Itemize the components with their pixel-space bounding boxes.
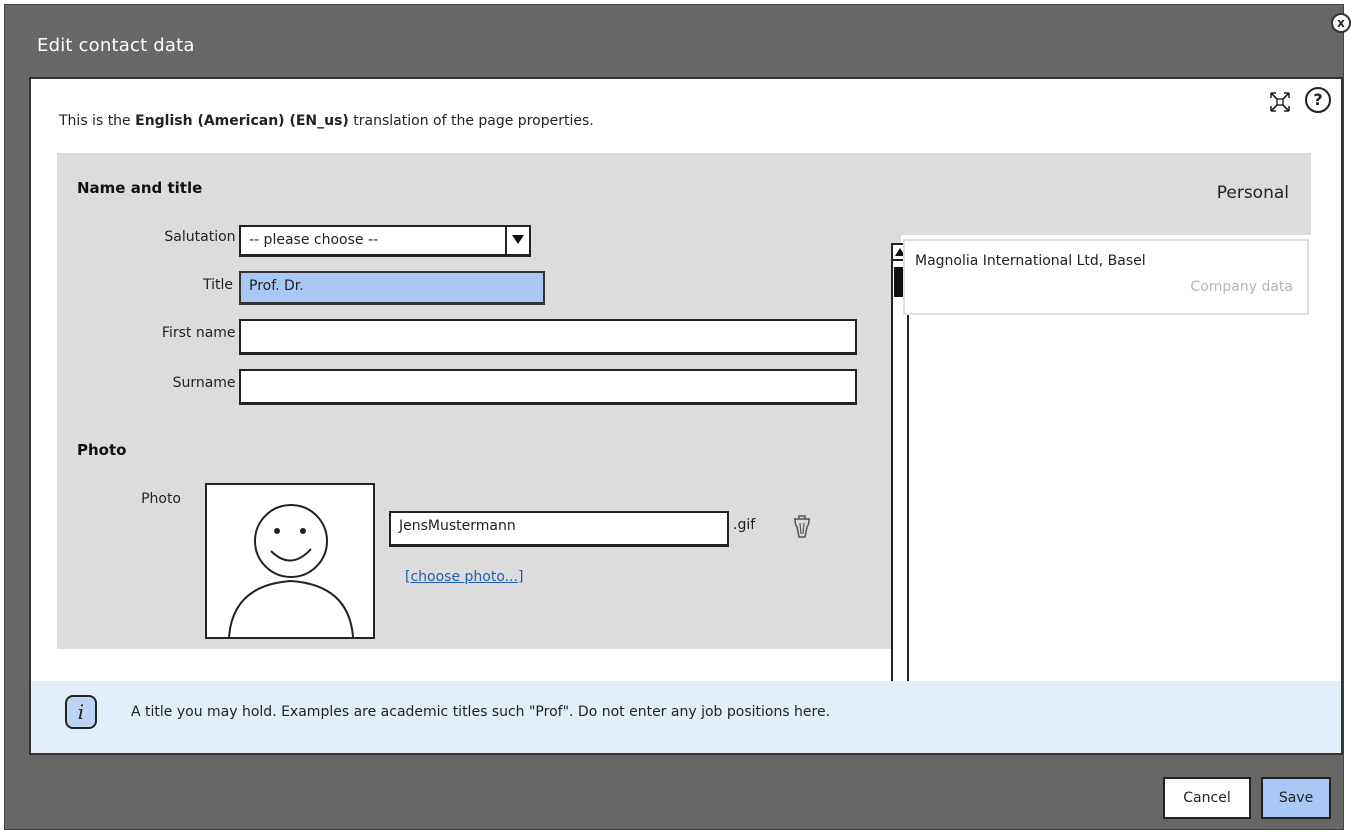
salutation-select[interactable]: -- please choose -- [239,225,531,257]
edit-contact-dialog: Edit contact data x This is the English … [4,4,1351,830]
tab-company-data[interactable]: Magnolia International Ltd, Basel Compan… [903,239,1309,315]
tab-personal-label: Personal [1216,183,1289,203]
info-bar: i A title you may hold. Examples are aca… [31,681,1341,753]
close-icon[interactable]: x [1331,13,1351,33]
choose-photo-link[interactable]: [choose photo...] [405,569,523,585]
photo-label: Photo [141,491,181,507]
title-input[interactable]: Prof. Dr. [239,271,545,305]
info-icon: i [65,695,97,729]
side-tabs: Personal Magnolia International Ltd, Bas… [901,153,1311,649]
help-icon[interactable]: ? [1305,87,1331,113]
trash-icon[interactable] [791,513,813,539]
photo-extension: .gif [733,517,756,533]
salutation-label: Salutation * [164,229,247,245]
translation-intro: This is the English (American) (EN_us) t… [59,113,594,129]
save-button[interactable]: Save [1261,777,1331,819]
salutation-value: -- please choose -- [249,232,379,248]
surname-field[interactable] [239,369,857,405]
name-section-title: Name and title [77,179,203,197]
dialog-title: Edit contact data [37,35,195,56]
photo-filename-field[interactable]: JensMustermann [389,511,729,547]
tab-personal[interactable]: Personal [901,153,1311,235]
dialog-content-panel: This is the English (American) (EN_us) t… [29,77,1343,755]
title-label: Title [202,277,233,293]
photo-section-title: Photo [77,441,127,459]
chevron-down-icon[interactable] [505,227,529,254]
expand-icon[interactable] [1269,91,1291,113]
first-name-field[interactable] [239,319,857,355]
intro-prefix: This is the [59,113,136,129]
form-area: Name and title Salutation * -- please ch… [57,153,909,711]
intro-suffix: translation of the page properties. [348,113,594,129]
cancel-button[interactable]: Cancel [1163,777,1251,819]
surname-label: Surname * [172,375,247,391]
tab-company-name: Magnolia International Ltd, Basel [915,253,1146,269]
tab-company-sublabel: Company data [1190,279,1293,295]
intro-language: English (American) (EN_us) [135,113,349,129]
info-text: A title you may hold. Examples are acade… [131,704,831,720]
avatar [228,504,354,638]
first-name-label: First name * [161,325,247,341]
photo-preview [205,483,375,639]
